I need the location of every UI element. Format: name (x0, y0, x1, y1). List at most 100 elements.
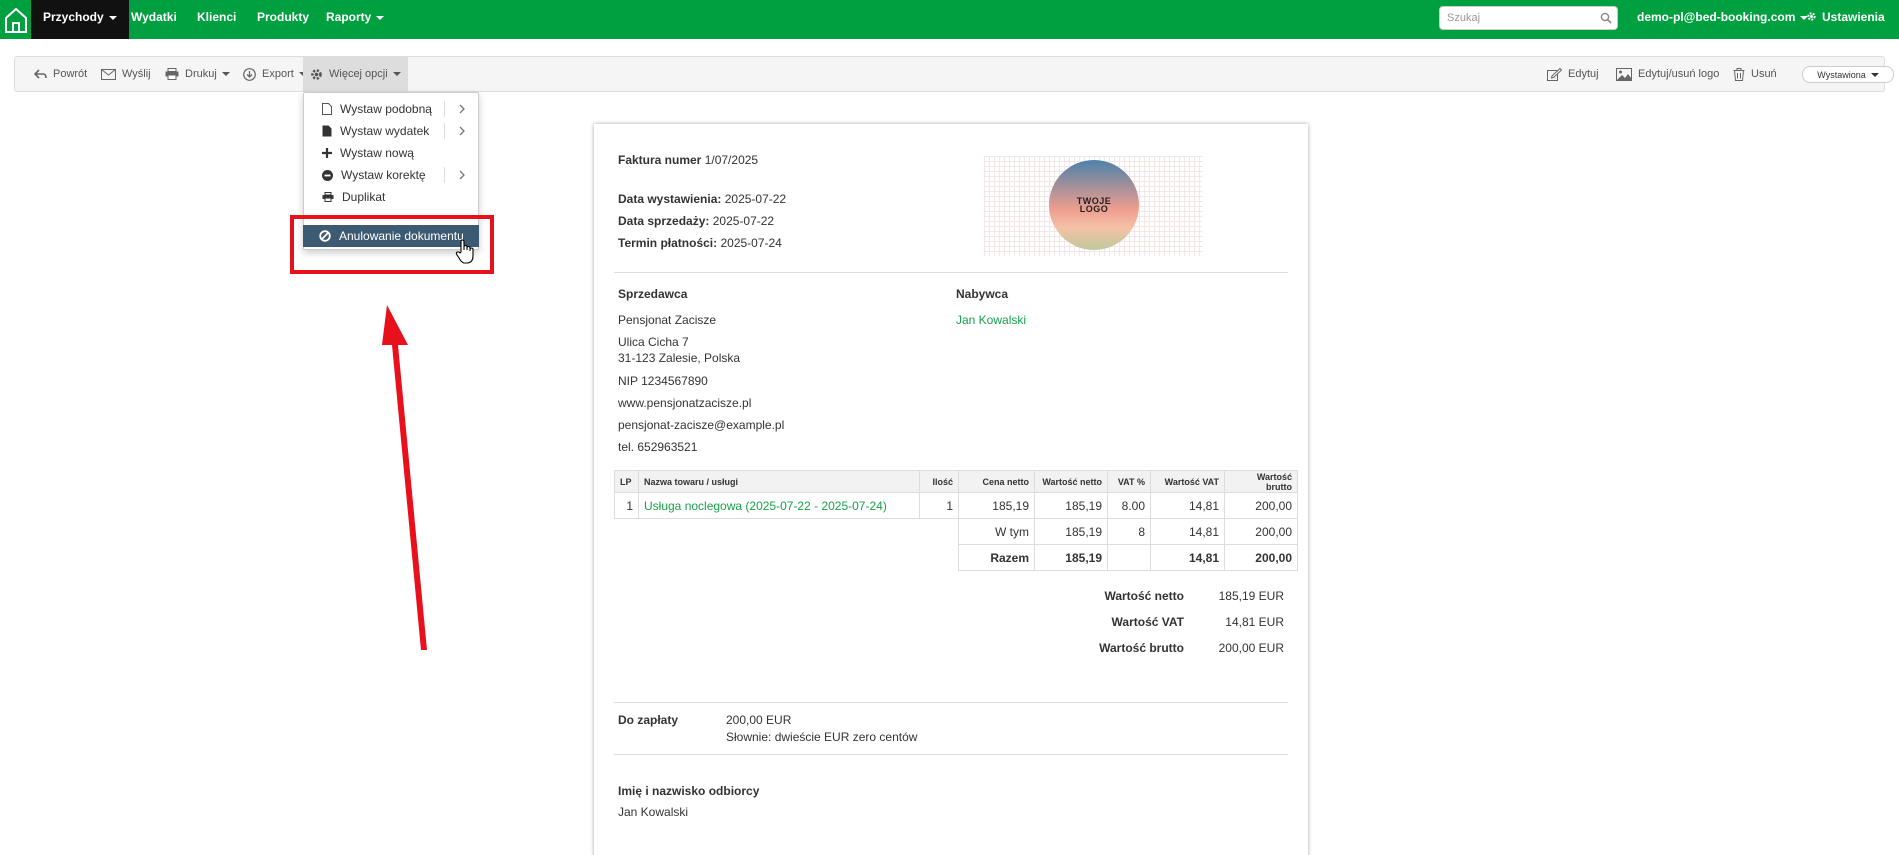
table-row-total: Razem 185,19 14,81 200,00 (615, 544, 1298, 571)
annotation-arrow (382, 305, 427, 650)
search-input[interactable] (1439, 6, 1618, 30)
seller-phone: tel. 652963521 (618, 440, 698, 454)
table-header-row: LP Nazwa towaru / usługi Ilość Cena nett… (614, 470, 1298, 493)
trash-icon (1733, 67, 1745, 81)
net-total-value: 185,19 EUR (1218, 589, 1284, 603)
item-net: 185,19 (1034, 492, 1108, 519)
nav-przychody[interactable]: Przychody (31, 0, 129, 39)
plus-icon (322, 148, 332, 158)
chevron-right-icon[interactable] (459, 126, 465, 136)
item-gross: 200,00 (1224, 492, 1298, 519)
submenu-divider (444, 123, 445, 139)
column-header: Wartość VAT (1150, 470, 1225, 493)
amount-in-words: Słownie: dwieście EUR zero centów (726, 730, 918, 744)
buyer-heading: Nabywca (956, 287, 1009, 301)
menu-item-issue-new[interactable]: Wystaw nową (304, 142, 480, 164)
item-vat: 14,81 (1150, 492, 1225, 519)
menu-item-issue-similar[interactable]: Wystaw podobną (304, 98, 480, 120)
minus-circle-icon (322, 169, 333, 181)
company-logo: TWOJE LOGO (1049, 160, 1139, 250)
vat-total-value: 14,81 EUR (1225, 615, 1284, 629)
menu-item-issue-correction[interactable]: Wystaw korektę (304, 164, 480, 186)
column-header: Ilość (919, 470, 959, 493)
column-header: LP (614, 470, 639, 493)
more-options-button[interactable]: Więcej opcji (303, 57, 408, 91)
item-price: 185,19 (958, 492, 1035, 519)
to-pay-value: 200,00 EUR (726, 713, 792, 727)
reply-icon (34, 68, 47, 79)
nav-klienci[interactable]: Klienci (185, 0, 248, 39)
item-name-link[interactable]: Usługa noclegowa (2025-07-22 - 2025-07-2… (638, 492, 920, 519)
back-button[interactable]: Powrót (27, 57, 94, 91)
chevron-right-icon[interactable] (459, 104, 465, 114)
column-header: Wartość netto (1034, 470, 1108, 493)
user-menu[interactable]: demo-pl@bed-booking.com (1625, 0, 1820, 39)
table-row-subtotal: W tym 185,19 8 14,81 200,00 (615, 518, 1298, 545)
submenu-divider (444, 167, 445, 183)
edit-button[interactable]: Edytuj (1540, 57, 1606, 91)
annotation-highlight-box (290, 215, 494, 274)
wtym-label: W tym (958, 518, 1035, 545)
gross-total-label: Wartość brutto (1099, 641, 1184, 655)
printer-icon (322, 192, 334, 202)
net-total-label: Wartość netto (1104, 589, 1184, 603)
column-header: VAT % (1107, 470, 1151, 493)
wtym-net: 185,19 (1034, 518, 1108, 545)
recipient-name: Jan Kowalski (618, 805, 689, 819)
column-header: Cena netto (958, 470, 1035, 493)
nav-wydatki[interactable]: Wydatki (119, 0, 189, 39)
item-lp: 1 (614, 492, 639, 519)
settings-menu[interactable]: Ustawienia (1794, 0, 1897, 39)
seller-city: 31-123 Zalesie, Polska (618, 351, 741, 365)
item-vat-pct: 8.00 (1107, 492, 1151, 519)
file-filled-icon (322, 125, 332, 137)
seller-name: Pensjonat Zacisze (618, 313, 717, 327)
issue-date: Data wystawienia: 2025-07-22 (618, 192, 787, 206)
edit-icon (1547, 67, 1562, 81)
gross-total-value: 200,00 EUR (1218, 641, 1284, 655)
item-qty: 1 (919, 492, 959, 519)
buyer-name-link[interactable]: Jan Kowalski (956, 313, 1026, 327)
razem-vat: 14,81 (1150, 544, 1225, 571)
gear-icon (311, 68, 322, 80)
divider (614, 754, 1288, 755)
vat-total-label: Wartość VAT (1111, 615, 1184, 629)
razem-gross: 200,00 (1224, 544, 1298, 571)
image-icon (1616, 67, 1632, 81)
print-button[interactable]: Drukuj (158, 57, 237, 91)
column-header: Nazwa towaru / usługi (638, 470, 920, 493)
menu-item-duplicate[interactable]: Duplikat (304, 186, 480, 208)
top-navbar: Przychody Wydatki Klienci Produkty Rapor… (0, 0, 1899, 39)
seller-email: pensjonat-zacisze@example.pl (618, 418, 785, 432)
nav-produkty[interactable]: Produkty (245, 0, 321, 39)
envelope-icon (101, 68, 116, 80)
divider (614, 702, 1288, 703)
table-row: 1 Usługa noclegowa (2025-07-22 - 2025-07… (614, 492, 1298, 519)
seller-street: Ulica Cicha 7 (618, 335, 689, 349)
submenu-divider (444, 101, 445, 117)
send-button[interactable]: Wyślij (94, 57, 158, 91)
seller-website: www.pensjonatzacisze.pl (618, 396, 752, 410)
nav-raporty[interactable]: Raporty (314, 0, 396, 39)
search-icon[interactable] (1600, 12, 1612, 24)
chevron-right-icon[interactable] (459, 170, 465, 180)
wtym-gross: 200,00 (1224, 518, 1298, 545)
delete-button[interactable]: Usuń (1726, 57, 1784, 91)
invoice-number: Faktura numer 1/07/2025 (618, 153, 759, 167)
invoice-items-table: LP Nazwa towaru / usługi Ilość Cena nett… (614, 470, 1298, 571)
seller-nip: NIP 1234567890 (618, 374, 708, 388)
razem-net: 185,19 (1034, 544, 1108, 571)
column-header: Wartość brutto (1224, 470, 1298, 493)
wtym-vat: 14,81 (1150, 518, 1225, 545)
to-pay-label: Do zapłaty (618, 713, 679, 727)
recipient-label: Imię i nazwisko odbiorcy (618, 784, 760, 798)
document-toolbar: Powrót Wyślij Drukuj Export Więcej opcji… (14, 56, 1894, 92)
divider (614, 272, 1288, 273)
status-dropdown[interactable]: Wystawiona (1802, 66, 1894, 83)
home-icon[interactable] (0, 0, 31, 39)
file-icon (322, 103, 332, 115)
due-date: Termin płatności: 2025-07-24 (618, 236, 782, 250)
printer-icon (165, 68, 179, 80)
menu-item-issue-expense[interactable]: Wystaw wydatek (304, 120, 480, 142)
edit-logo-button[interactable]: Edytuj/usuń logo (1609, 57, 1726, 91)
